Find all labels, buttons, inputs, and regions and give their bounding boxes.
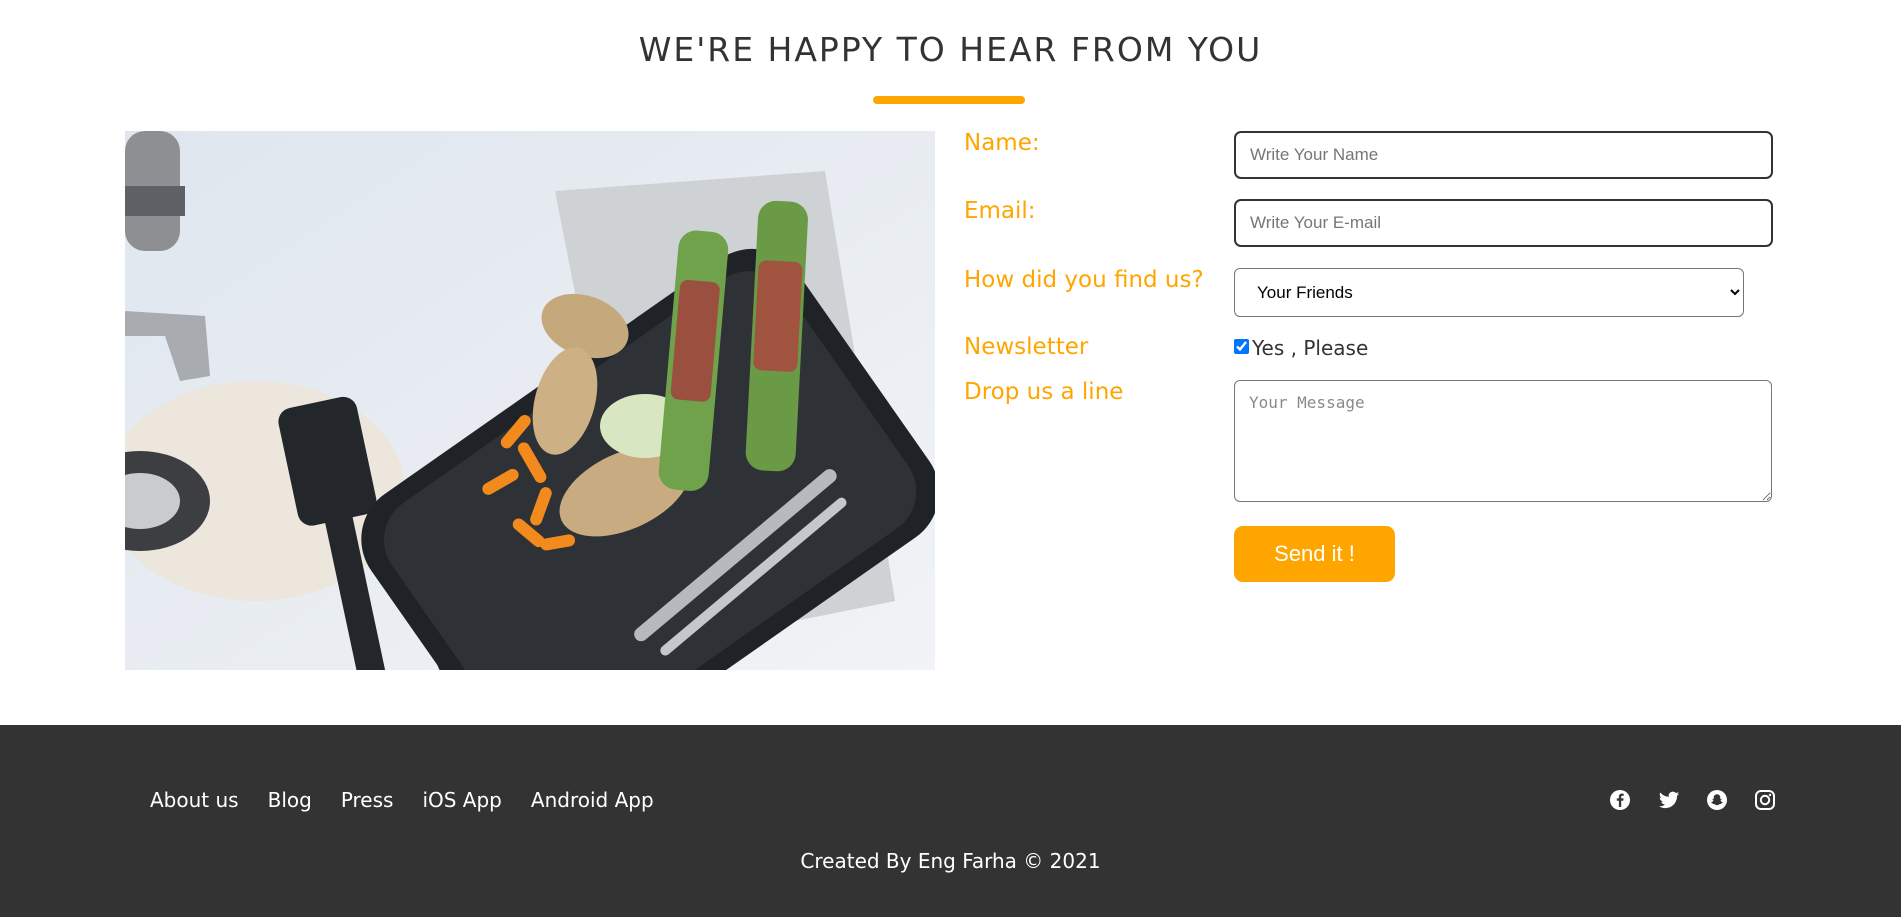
twitter-icon[interactable] <box>1658 789 1680 811</box>
send-button[interactable]: Send it ! <box>1234 526 1395 582</box>
footer-link-blog[interactable]: Blog <box>268 788 312 812</box>
source-select[interactable]: Your Friends <box>1234 268 1744 317</box>
footer: About us Blog Press iOS App Android App <box>0 725 1901 917</box>
section-heading: WE'RE HAPPY TO HEAR FROM YOU <box>638 30 1263 69</box>
footer-link-android[interactable]: Android App <box>531 788 654 812</box>
message-textarea[interactable] <box>1234 380 1772 502</box>
newsletter-checkbox[interactable] <box>1234 339 1249 354</box>
copyright-text: Created By Eng Farha © 2021 <box>800 849 1101 873</box>
facebook-icon[interactable] <box>1609 789 1631 811</box>
instagram-icon[interactable] <box>1754 789 1776 811</box>
name-input[interactable] <box>1234 131 1773 179</box>
footer-link-press[interactable]: Press <box>341 788 394 812</box>
newsletter-label: Newsletter <box>964 334 1089 360</box>
newsletter-option-label: Yes , Please <box>1252 336 1369 360</box>
name-label: Name: <box>964 130 1040 156</box>
footer-link-ios[interactable]: iOS App <box>422 788 501 812</box>
contact-page: WE'RE HAPPY TO HEAR FROM YOU Name: Write… <box>0 0 1901 917</box>
heading-underline <box>873 96 1025 104</box>
footer-links: About us Blog Press iOS App Android App <box>150 788 654 812</box>
source-label: How did you find us? <box>964 267 1204 293</box>
message-label: Drop us a line <box>964 379 1124 405</box>
footer-link-about[interactable]: About us <box>150 788 239 812</box>
email-label: Email: <box>964 198 1036 224</box>
food-photo <box>125 131 935 670</box>
snapchat-icon[interactable] <box>1706 789 1728 811</box>
email-input[interactable] <box>1234 199 1773 247</box>
